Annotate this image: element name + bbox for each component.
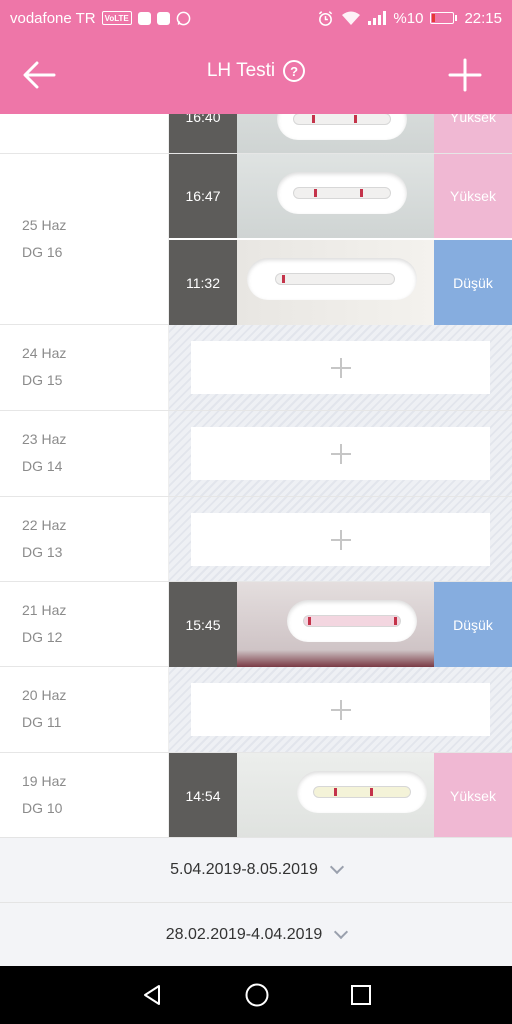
test-strip-photo: [237, 114, 434, 153]
date-cell: 21 Haz DG 12: [0, 582, 169, 666]
level-badge: Düşük: [434, 582, 512, 667]
arrow-left-icon: [23, 61, 56, 89]
wifi-icon: [342, 11, 361, 25]
test-entry[interactable]: 16:40 Yüksek: [169, 114, 512, 153]
help-icon[interactable]: ?: [283, 60, 306, 82]
cycle-day: DG 13: [22, 544, 63, 560]
level-badge: Düşük: [434, 240, 512, 325]
test-strip-photo: [237, 582, 434, 667]
test-list[interactable]: 16:40 Yüksek 25 Haz DG 16 16:47 Yüksek 1…: [0, 114, 512, 837]
day-row: 21 Haz DG 12 15:45 Düşük: [0, 582, 512, 667]
test-time: 14:54: [169, 753, 237, 837]
plus-icon: [330, 357, 351, 378]
battery-percent: %10: [393, 9, 424, 27]
plus-icon: [448, 58, 482, 92]
test-strip-photo: [237, 240, 434, 325]
page-title: LH Testi: [206, 60, 276, 81]
test-strip-photo: [237, 753, 434, 837]
test-time: 16:47: [169, 154, 237, 238]
date-cell: 19 Haz DG 10: [0, 753, 169, 837]
cycle-day: DG 15: [22, 372, 63, 388]
day-date: 19 Haz: [22, 773, 67, 789]
test-entry[interactable]: 16:47 Yüksek: [169, 154, 512, 239]
date-cell: 24 Haz DG 15: [0, 325, 169, 410]
period-selector[interactable]: 28.02.2019-4.04.2019: [0, 902, 512, 967]
signal-icon: [368, 11, 387, 25]
day-row: 22 Haz DG 13: [0, 497, 512, 582]
day-date: 23 Haz: [22, 431, 67, 447]
volte-icon: VoLTE: [101, 11, 132, 25]
back-button[interactable]: [18, 54, 60, 96]
plus-icon: [330, 443, 351, 464]
day-row: 16:40 Yüksek: [0, 114, 512, 154]
date-cell: [0, 114, 169, 153]
day-row: 19 Haz DG 10 14:54 Yüksek: [0, 753, 512, 837]
test-time: 15:45: [169, 582, 237, 667]
day-date: 21 Haz: [22, 602, 67, 618]
nav-home-icon[interactable]: [244, 982, 270, 1008]
plus-icon: [330, 699, 351, 720]
test-entry[interactable]: 11:32 Düşük: [169, 240, 512, 325]
status-bar: vodafone TR VoLTE %10 22:15: [0, 0, 512, 36]
test-time: 16:40: [169, 114, 237, 153]
status-time: 22:15: [464, 9, 502, 27]
day-row: 24 Haz DG 15: [0, 325, 512, 411]
mail-icon: [156, 11, 170, 25]
test-entry[interactable]: 14:54 Yüksek: [169, 753, 512, 837]
cycle-day: DG 14: [22, 458, 63, 474]
shield-icon: [137, 11, 151, 25]
alarm-icon: [319, 10, 333, 26]
app-bar: LH Testi ?: [0, 36, 512, 114]
test-time: 11:32: [169, 240, 237, 325]
carrier-name: vodafone TR: [10, 9, 96, 27]
empty-slot: [169, 325, 512, 410]
system-nav-bar: [0, 966, 512, 1024]
cycle-day: DG 16: [22, 244, 63, 260]
period-selector[interactable]: 5.04.2019-8.05.2019: [0, 837, 512, 902]
chevron-down-icon: [334, 924, 349, 940]
add-entry-button[interactable]: [191, 427, 490, 480]
empty-slot: [169, 411, 512, 496]
add-entry-button[interactable]: [191, 341, 490, 394]
nav-recents-icon[interactable]: [350, 984, 372, 1006]
date-cell: 20 Haz DG 11: [0, 667, 169, 752]
test-entry[interactable]: 15:45 Düşük: [169, 582, 512, 667]
day-row: 25 Haz DG 16 16:47 Yüksek 11:32 Düşük: [0, 154, 512, 325]
test-strip-photo: [237, 154, 434, 238]
day-row: 23 Haz DG 14: [0, 411, 512, 497]
day-date: 20 Haz: [22, 687, 67, 703]
day-date: 25 Haz: [22, 217, 67, 233]
add-entry-button[interactable]: [191, 513, 490, 566]
date-cell: 25 Haz DG 16: [0, 154, 169, 324]
empty-slot: [169, 667, 512, 752]
lh-test-screen: vodafone TR VoLTE %10 22:15 LH Testi ? 1…: [0, 0, 512, 1024]
empty-slot: [169, 497, 512, 581]
plus-icon: [330, 529, 351, 550]
battery-icon: [430, 12, 458, 24]
level-badge: Yüksek: [434, 753, 512, 837]
add-entry-button[interactable]: [191, 683, 490, 736]
day-date: 24 Haz: [22, 345, 67, 361]
level-badge: Yüksek: [434, 114, 512, 153]
nav-back-icon[interactable]: [140, 983, 164, 1007]
date-cell: 22 Haz DG 13: [0, 497, 169, 581]
day-date: 22 Haz: [22, 517, 67, 533]
period-label: 5.04.2019-8.05.2019: [170, 861, 318, 878]
level-badge: Yüksek: [434, 154, 512, 238]
cycle-day: DG 11: [22, 714, 62, 730]
day-row: 20 Haz DG 11: [0, 667, 512, 753]
whatsapp-icon: [176, 11, 191, 25]
cycle-day: DG 10: [22, 800, 63, 816]
chevron-down-icon: [329, 859, 344, 875]
cycle-day: DG 12: [22, 629, 63, 645]
add-test-button[interactable]: [444, 54, 486, 96]
date-cell: 23 Haz DG 14: [0, 411, 169, 496]
period-label: 28.02.2019-4.04.2019: [165, 926, 323, 943]
